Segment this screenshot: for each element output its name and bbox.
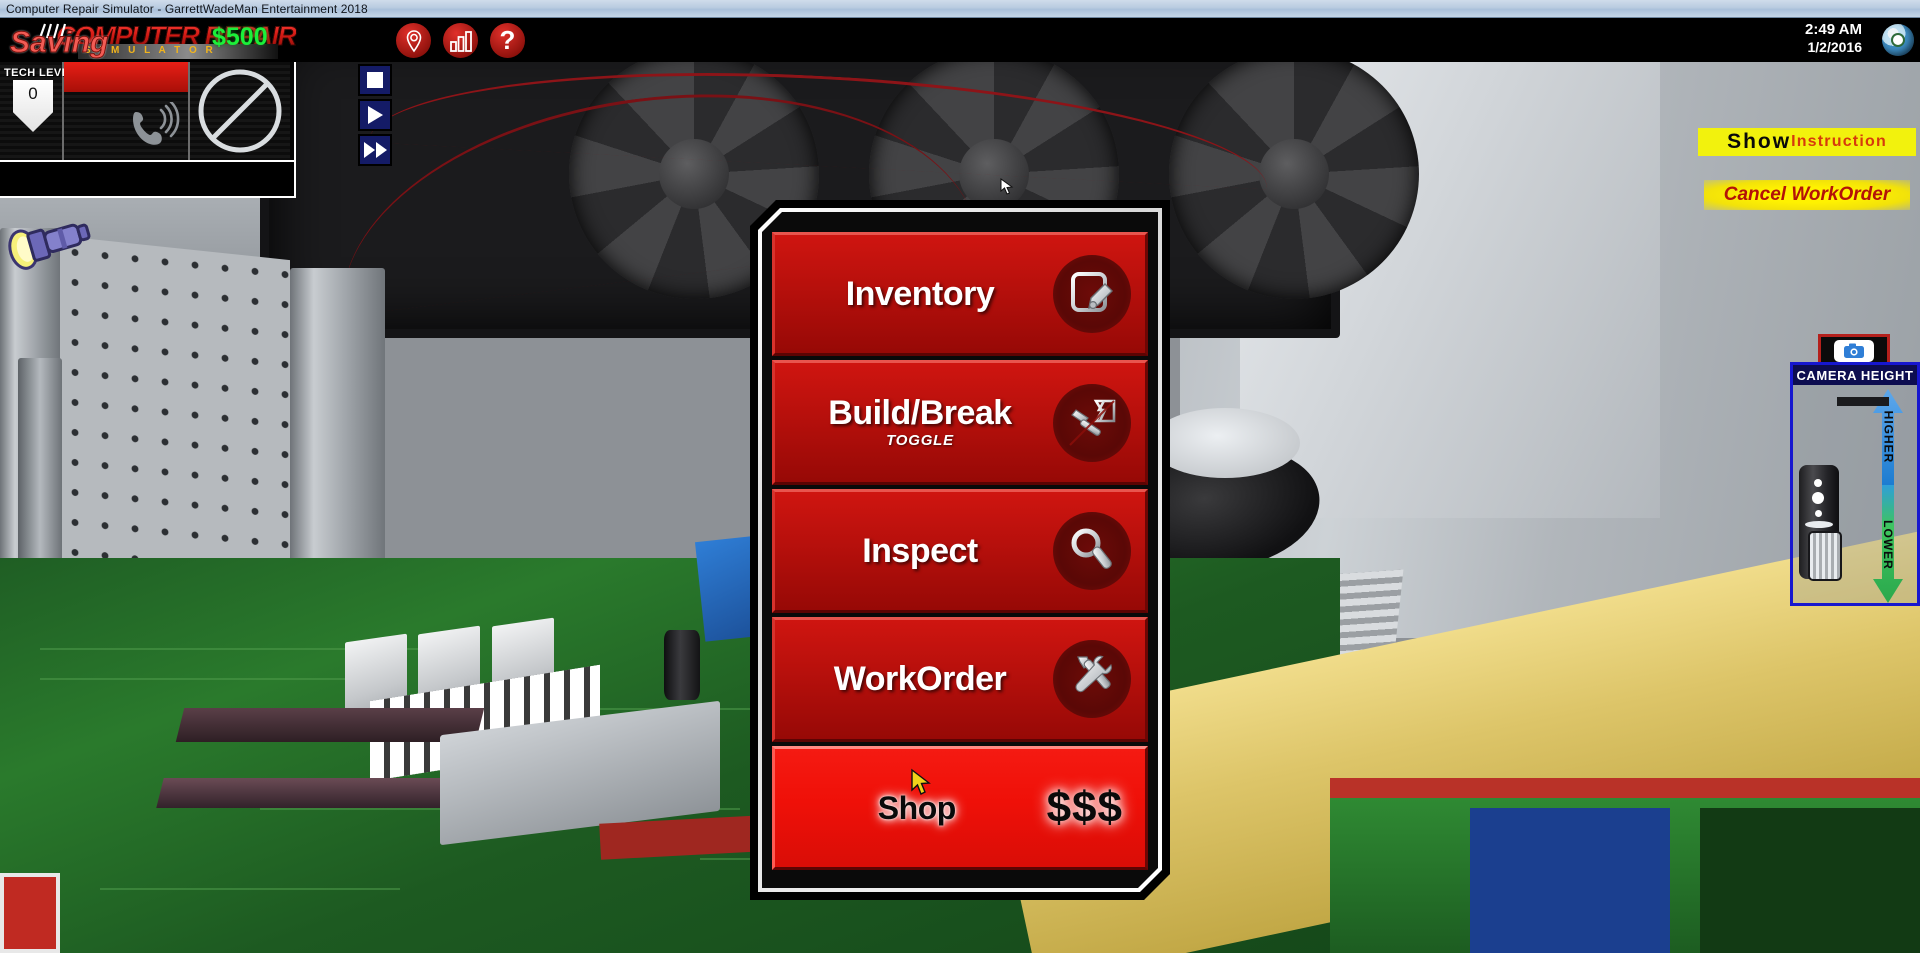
menu-item-build-break-subtitle: TOGGLE xyxy=(886,431,954,449)
cancel-workorder-label: Cancel WorkOrder xyxy=(1723,184,1891,205)
camera-lower-label: LOWER xyxy=(1881,520,1896,570)
game-hud-bar: COMPUTER REPAIR S I M U L A T O R Saving… xyxy=(0,18,1920,62)
show-instruction-button[interactable]: Show Instruction xyxy=(1698,128,1916,156)
menu-item-inventory-label-wrap: Inventory xyxy=(775,277,1053,312)
clipboard-pen-icon xyxy=(1053,255,1131,334)
red-component xyxy=(0,873,60,953)
menu-item-workorder-title: WorkOrder xyxy=(833,660,1007,699)
clock-time: 2:49 AM xyxy=(1805,21,1862,38)
tech-level-cell: TECH LEVEL 0 xyxy=(0,62,76,160)
flashlight-icon xyxy=(8,223,91,270)
camera-icon-badge xyxy=(1818,334,1890,364)
saving-indicator: Saving xyxy=(9,26,109,60)
menu-item-workorder[interactable]: WorkOrder xyxy=(772,617,1148,742)
camera-higher-label: HIGHER xyxy=(1881,410,1896,464)
cancel-workorder-button[interactable]: Cancel WorkOrder xyxy=(1704,180,1910,210)
globe-disc-icon xyxy=(1882,24,1914,56)
call-status-cell xyxy=(64,62,190,160)
play-icon xyxy=(367,106,383,124)
tech-level-value: 0 xyxy=(28,84,38,103)
stop-button[interactable] xyxy=(358,64,392,96)
ram-module xyxy=(1470,808,1670,953)
menu-item-build-break-label-wrap: Build/Break TOGGLE xyxy=(775,396,1053,449)
bar-chart-icon[interactable] xyxy=(443,23,478,58)
menu-item-inspect-title: Inspect xyxy=(862,531,978,570)
main-action-menu: Inventory Build/Break TOGGLE Inspect Wor… xyxy=(750,200,1170,900)
menu-item-inventory-title: Inventory xyxy=(845,274,995,313)
ram-module xyxy=(1700,808,1920,953)
menu-item-workorder-label-wrap: WorkOrder xyxy=(775,662,1053,697)
clock-date: 1/2/2016 xyxy=(1807,39,1863,55)
menu-item-inventory[interactable]: Inventory xyxy=(772,232,1148,357)
camera-lens xyxy=(1808,531,1842,581)
camera-lower-control[interactable]: LOWER xyxy=(1871,485,1905,605)
cpu-cooler-top xyxy=(1150,408,1300,478)
menu-item-inspect[interactable]: Inspect xyxy=(772,488,1148,614)
location-pin-icon[interactable] xyxy=(396,23,431,58)
menu-item-shop-title: Shop xyxy=(877,789,956,826)
menu-item-build-break[interactable]: Build/Break TOGGLE xyxy=(772,360,1148,485)
tech-status-subpanel xyxy=(0,162,296,198)
question-mark-icon[interactable]: ? xyxy=(490,23,525,58)
camera-height-title: CAMERA HEIGHT xyxy=(1793,365,1917,385)
game-window: Computer Repair Simulator - GarrettWadeM… xyxy=(0,0,1920,953)
capacitor xyxy=(664,630,700,700)
status-bar-red xyxy=(64,62,188,92)
hammer-wrench-icon xyxy=(1053,640,1131,719)
window-title: Computer Repair Simulator - GarrettWadeM… xyxy=(6,1,368,16)
money-counter: $500 xyxy=(212,23,268,51)
os-title-bar: Computer Repair Simulator - GarrettWadeM… xyxy=(0,0,1920,18)
game-logo: COMPUTER REPAIR S I M U L A T O R Saving xyxy=(8,20,338,60)
show-instruction-label-show: Show xyxy=(1727,130,1792,153)
fast-forward-icon xyxy=(363,142,387,158)
magnifying-glass-icon xyxy=(1053,512,1131,591)
phone-ringing-icon xyxy=(133,102,180,145)
menu-item-build-break-title: Build/Break xyxy=(828,394,1012,433)
fast-forward-button[interactable] xyxy=(358,134,392,166)
no-signal-cell xyxy=(190,62,290,160)
camera-icon xyxy=(1834,339,1874,362)
menu-item-shop[interactable]: Shop $$$ xyxy=(772,745,1148,871)
menu-item-shop-label-wrap: Shop xyxy=(775,789,1047,826)
menu-item-inspect-label-wrap: Inspect xyxy=(775,531,1053,570)
dollar-signs-icon: $$$ xyxy=(1046,782,1123,832)
play-button[interactable] xyxy=(358,99,392,131)
time-controls xyxy=(358,64,392,169)
tech-status-panel: TECH LEVEL 0 xyxy=(0,62,296,162)
system-clock: 2:49 AM 1/2/2016 xyxy=(1740,18,1920,62)
expansion-slot xyxy=(175,708,485,742)
camera-body-graphic xyxy=(1799,465,1842,581)
no-entry-icon xyxy=(198,69,282,153)
stop-icon xyxy=(367,72,383,88)
camera-mount-rod xyxy=(1837,397,1889,406)
menu-button-list: Inventory Build/Break TOGGLE Inspect Wor… xyxy=(772,232,1148,871)
show-instruction-label-instruction: Instruction xyxy=(1791,133,1887,150)
camera-height-frame: CAMERA HEIGHT HIGHER LOWER xyxy=(1790,362,1920,606)
camera-height-widget[interactable]: CAMERA HEIGHT HIGHER LOWER xyxy=(1790,334,1920,606)
hammer-break-icon xyxy=(1053,383,1131,462)
